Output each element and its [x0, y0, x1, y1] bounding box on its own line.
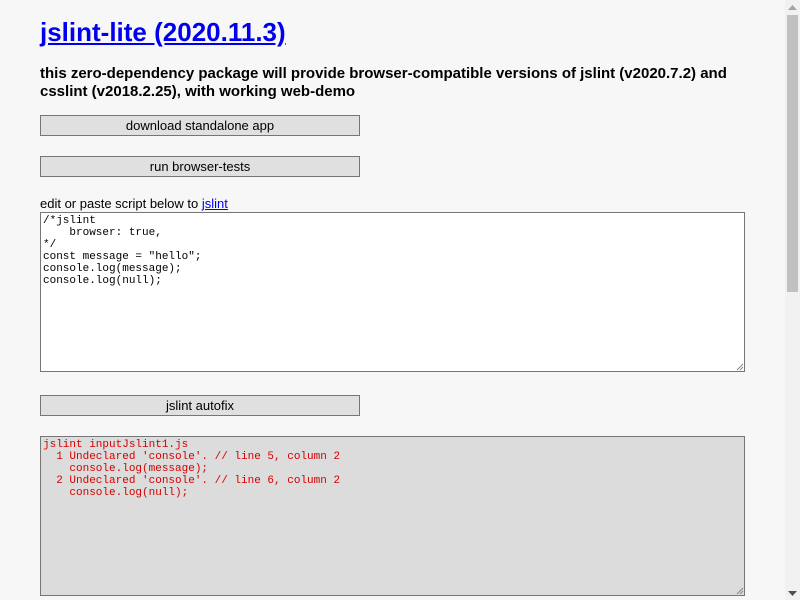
scroll-down-button[interactable] — [785, 586, 800, 600]
lint-output-textarea[interactable]: jslint inputJslint1.js 1 Undeclared 'con… — [40, 436, 745, 596]
scrollbar-thumb[interactable] — [787, 15, 798, 292]
editor-label: edit or paste script below to jslint — [40, 196, 228, 212]
page-scrollbar[interactable] — [785, 0, 800, 600]
triangle-down-icon — [788, 590, 797, 596]
run-browser-tests-button[interactable]: run browser-tests — [40, 156, 360, 177]
editor-label-text: edit or paste script below to — [40, 196, 202, 211]
triangle-up-icon — [788, 4, 797, 10]
jslint-autofix-button[interactable]: jslint autofix — [40, 395, 360, 416]
script-editor-textarea[interactable]: /*jslint browser: true, */ const message… — [40, 212, 745, 372]
page-subtitle: this zero-dependency package will provid… — [40, 65, 727, 100]
jslint-link[interactable]: jslint — [202, 196, 228, 211]
title-link[interactable]: jslint-lite (2020.11.3) — [40, 17, 286, 47]
scroll-up-button[interactable] — [785, 0, 800, 14]
download-standalone-app-button[interactable]: download standalone app — [40, 115, 360, 136]
page-title: jslint-lite (2020.11.3) — [40, 16, 286, 48]
